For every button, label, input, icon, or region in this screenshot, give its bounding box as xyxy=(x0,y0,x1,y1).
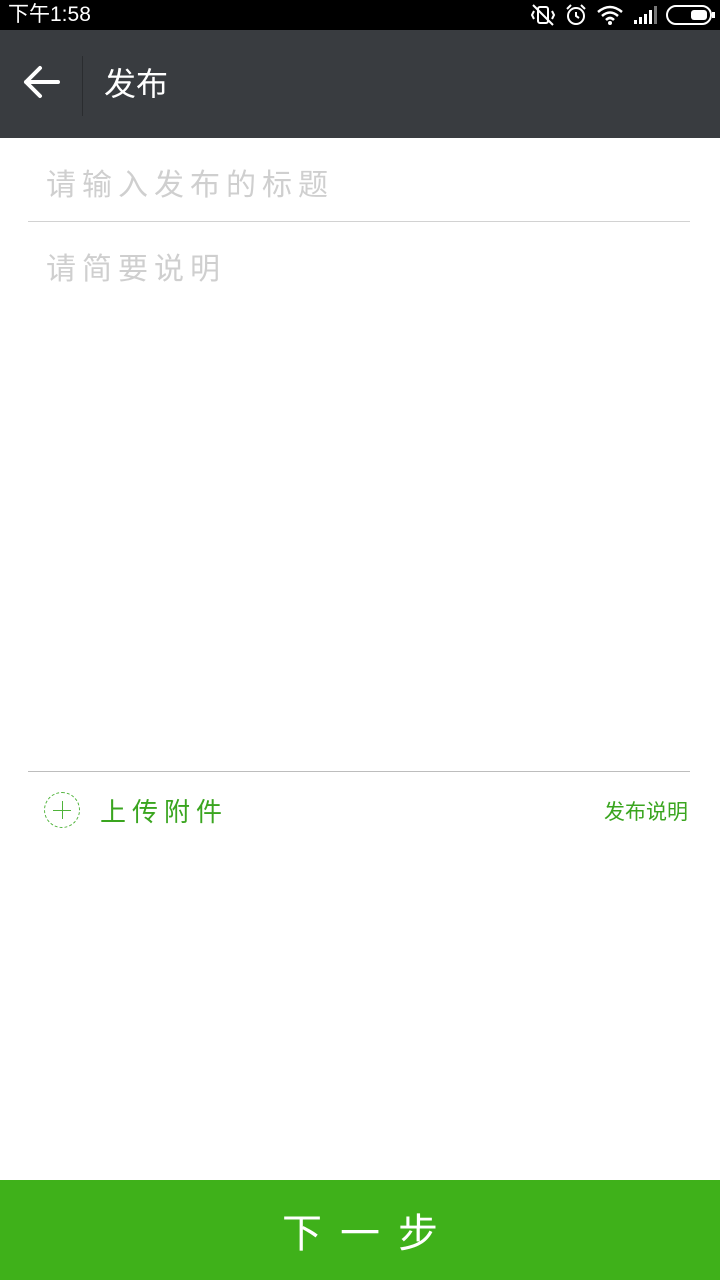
title-divider xyxy=(82,56,83,116)
status-icons xyxy=(530,3,716,27)
plus-circle-icon xyxy=(44,792,80,828)
wifi-icon xyxy=(596,4,624,26)
next-step-button[interactable]: 下一步 xyxy=(0,1180,720,1280)
title-bar: 发布 xyxy=(0,30,720,138)
signal-icon xyxy=(632,4,658,26)
page-title: 发布 xyxy=(104,65,169,103)
upload-attachment-label: 上传附件 xyxy=(100,797,229,828)
upload-attachment-button[interactable]: 上传附件 xyxy=(44,790,228,830)
battery-icon xyxy=(666,4,716,26)
alarm-icon xyxy=(564,3,588,27)
title-input[interactable] xyxy=(28,150,690,222)
back-button[interactable] xyxy=(0,30,82,138)
screen: 下午1:58 发布 请输入发布的标题 请简要说明 上传附件 发布说明 下一步 xyxy=(0,0,720,1280)
status-bar: 下午1:58 xyxy=(0,0,720,30)
publish-instructions-link[interactable]: 发布说明 xyxy=(604,796,688,826)
vibrate-off-icon xyxy=(530,3,556,27)
description-input[interactable] xyxy=(28,236,690,772)
status-time: 下午1:58 xyxy=(8,3,91,26)
arrow-left-icon xyxy=(22,65,60,103)
